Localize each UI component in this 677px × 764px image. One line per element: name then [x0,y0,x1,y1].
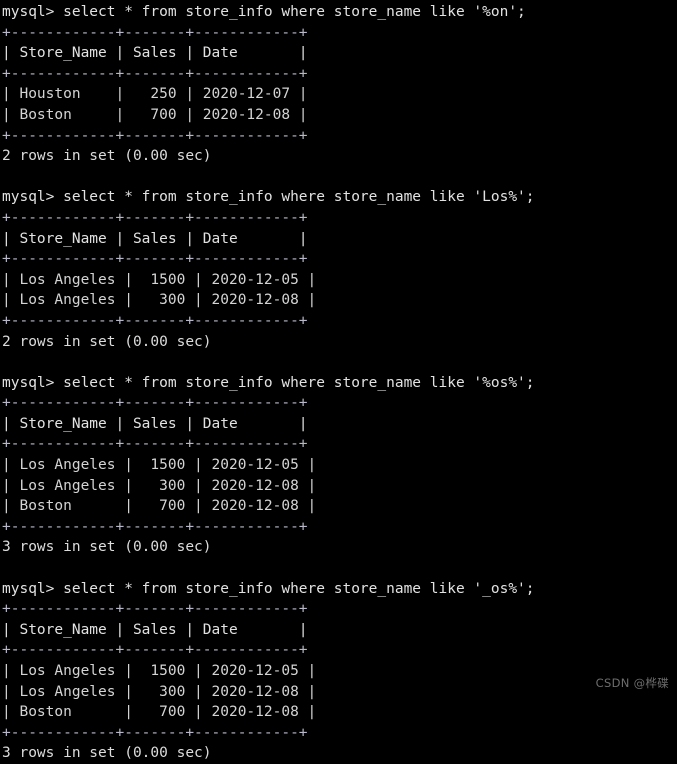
command-line: mysql> select * from store_info where st… [2,374,535,391]
csdn-watermark: CSDN @桦碟 [595,676,669,690]
table-rule-bottom: +------------+-------+------------+ [2,312,308,329]
terminal-window[interactable]: mysql> select * from store_info where st… [0,0,677,761]
table-row: | Los Angeles | 300 | 2020-12-08 | [2,683,317,700]
command-line: mysql> select * from store_info where st… [2,189,535,206]
table-header-row: | Store_Name | Sales | Date | [2,415,308,432]
table-rule-top: +------------+-------+------------+ [2,209,308,226]
table-rule-bottom: +------------+-------+------------+ [2,724,308,741]
result-status: 2 rows in set (0.00 sec) [2,148,212,165]
table-row: | Houston | 250 | 2020-12-07 | [2,86,308,103]
table-row: | Los Angeles | 1500 | 2020-12-05 | [2,663,317,679]
table-row: | Los Angeles | 1500 | 2020-12-05 | [2,457,317,474]
table-rule-top: +------------+-------+------------+ [2,24,308,41]
table-rule-mid: +------------+-------+------------+ [2,65,308,82]
table-rule-mid: +------------+-------+------------+ [2,251,308,268]
table-rule-mid: +------------+-------+------------+ [2,436,308,453]
table-rule-top: +------------+-------+------------+ [2,395,308,412]
query-block: mysql> select * from store_info where st… [2,2,677,187]
result-status: 3 rows in set (0.00 sec) [2,745,212,762]
result-status: 2 rows in set (0.00 sec) [2,333,212,350]
table-row: | Los Angeles | 300 | 2020-12-08 | [2,292,317,309]
table-rule-bottom: +------------+-------+------------+ [2,518,308,535]
table-row: | Los Angeles | 300 | 2020-12-08 | [2,477,317,494]
query-block: mysql> select * from store_info where st… [2,187,677,372]
table-row: | Los Angeles | 1500 | 2020-12-05 | [2,271,317,288]
table-header-row: | Store_Name | Sales | Date | [2,45,308,62]
table-rule-top: +------------+-------+------------+ [2,601,308,618]
table-rule-mid: +------------+-------+------------+ [2,642,308,659]
terminal-output[interactable]: mysql> select * from store_info where st… [0,0,677,764]
table-row: | Boston | 700 | 2020-12-08 | [2,498,317,515]
table-rule-bottom: +------------+-------+------------+ [2,127,308,144]
table-row: | Boston | 700 | 2020-12-08 | [2,704,317,721]
query-block: mysql> select * from store_info where st… [2,579,677,764]
command-line: mysql> select * from store_info where st… [2,580,535,597]
table-header-row: | Store_Name | Sales | Date | [2,621,308,638]
command-line: mysql> select * from store_info where st… [2,4,526,20]
query-block: mysql> select * from store_info where st… [2,373,677,579]
result-status: 3 rows in set (0.00 sec) [2,539,212,556]
table-row: | Boston | 700 | 2020-12-08 | [2,106,308,123]
table-header-row: | Store_Name | Sales | Date | [2,230,308,247]
